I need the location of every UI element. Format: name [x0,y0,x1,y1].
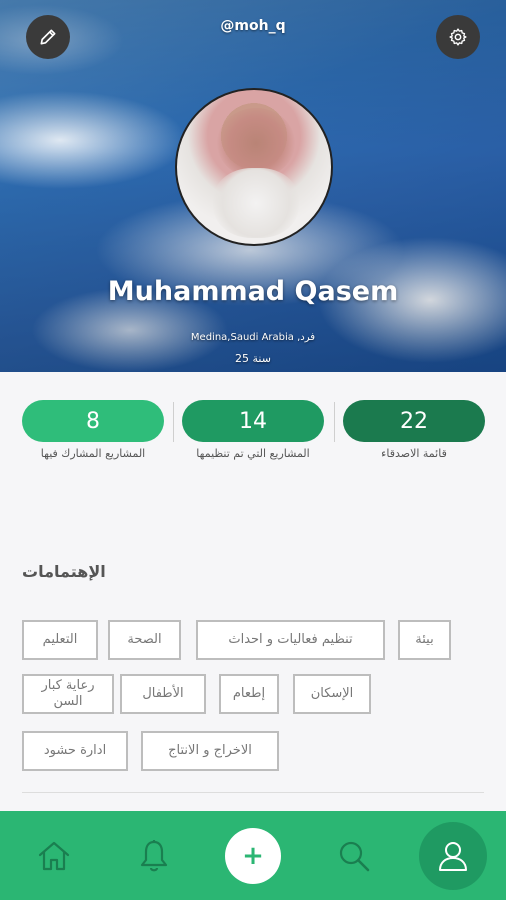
nav-home-button[interactable] [30,811,78,900]
nav-search-button[interactable] [330,811,378,900]
stat-friends-value: 22 [343,400,485,442]
home-icon [38,841,70,870]
interest-tag[interactable]: التعليم [22,620,98,660]
content-divider [22,792,484,793]
settings-button[interactable] [436,15,480,59]
profile-location: Medina,Saudi Arabia ,فرد [190,332,316,343]
profile-tab-active [419,821,487,890]
interest-tag[interactable]: تنظيم فعاليات و احداث [196,620,385,660]
stat-friends-label: قائمة الاصدقاء [381,447,447,460]
interest-tag[interactable]: الصحة [108,620,181,660]
interest-tag[interactable]: الاخراج و الانتاج [141,731,279,771]
avatar-beard [213,168,299,238]
gear-icon [449,28,467,46]
nav-profile-button[interactable] [418,811,488,900]
interest-tag[interactable]: الإسكان [293,674,371,714]
bell-icon [140,839,168,871]
user-icon [439,841,467,871]
profile-name: Muhammad Qasem [107,276,399,307]
nav-add-button[interactable]: + [224,811,282,900]
bottom-navigation: + [0,811,506,900]
nav-notifications-button[interactable] [130,811,178,900]
stat-friends-list[interactable]: 22 قائمة الاصدقاء [343,400,485,460]
profile-age: 25 سنة [235,352,271,365]
username-handle: @moh_q [220,18,286,34]
plus-icon: + [225,827,281,884]
profile-avatar[interactable] [175,88,333,246]
stats-row: 8 المشاريع المشارك فيها 14 المشاريع التي… [0,400,506,470]
stat-organized-label: المشاريع التي تم تنظيمها [196,447,310,460]
stat-organized-value: 14 [182,400,324,442]
stat-participated-label: المشاريع المشارك فيها [40,447,146,460]
interest-tag[interactable]: ادارة حشود [22,731,128,771]
stat-divider [173,402,174,442]
interest-tag[interactable]: بيئة [398,620,451,660]
interests-heading: الإهتمامات [22,562,106,581]
stat-participated-value: 8 [22,400,164,442]
stat-participated-projects[interactable]: 8 المشاريع المشارك فيها [22,400,164,460]
cover-image: @moh_q Muhammad Qasem Medina,Saudi Arabi… [0,0,506,372]
search-icon [339,841,370,871]
stat-divider [334,402,335,442]
interest-tag[interactable]: إطعام [219,674,279,714]
interest-tag[interactable]: رعاية كبار السن [22,674,114,714]
interest-tag[interactable]: الأطفال [120,674,206,714]
stat-organized-projects[interactable]: 14 المشاريع التي تم تنظيمها [182,400,324,460]
